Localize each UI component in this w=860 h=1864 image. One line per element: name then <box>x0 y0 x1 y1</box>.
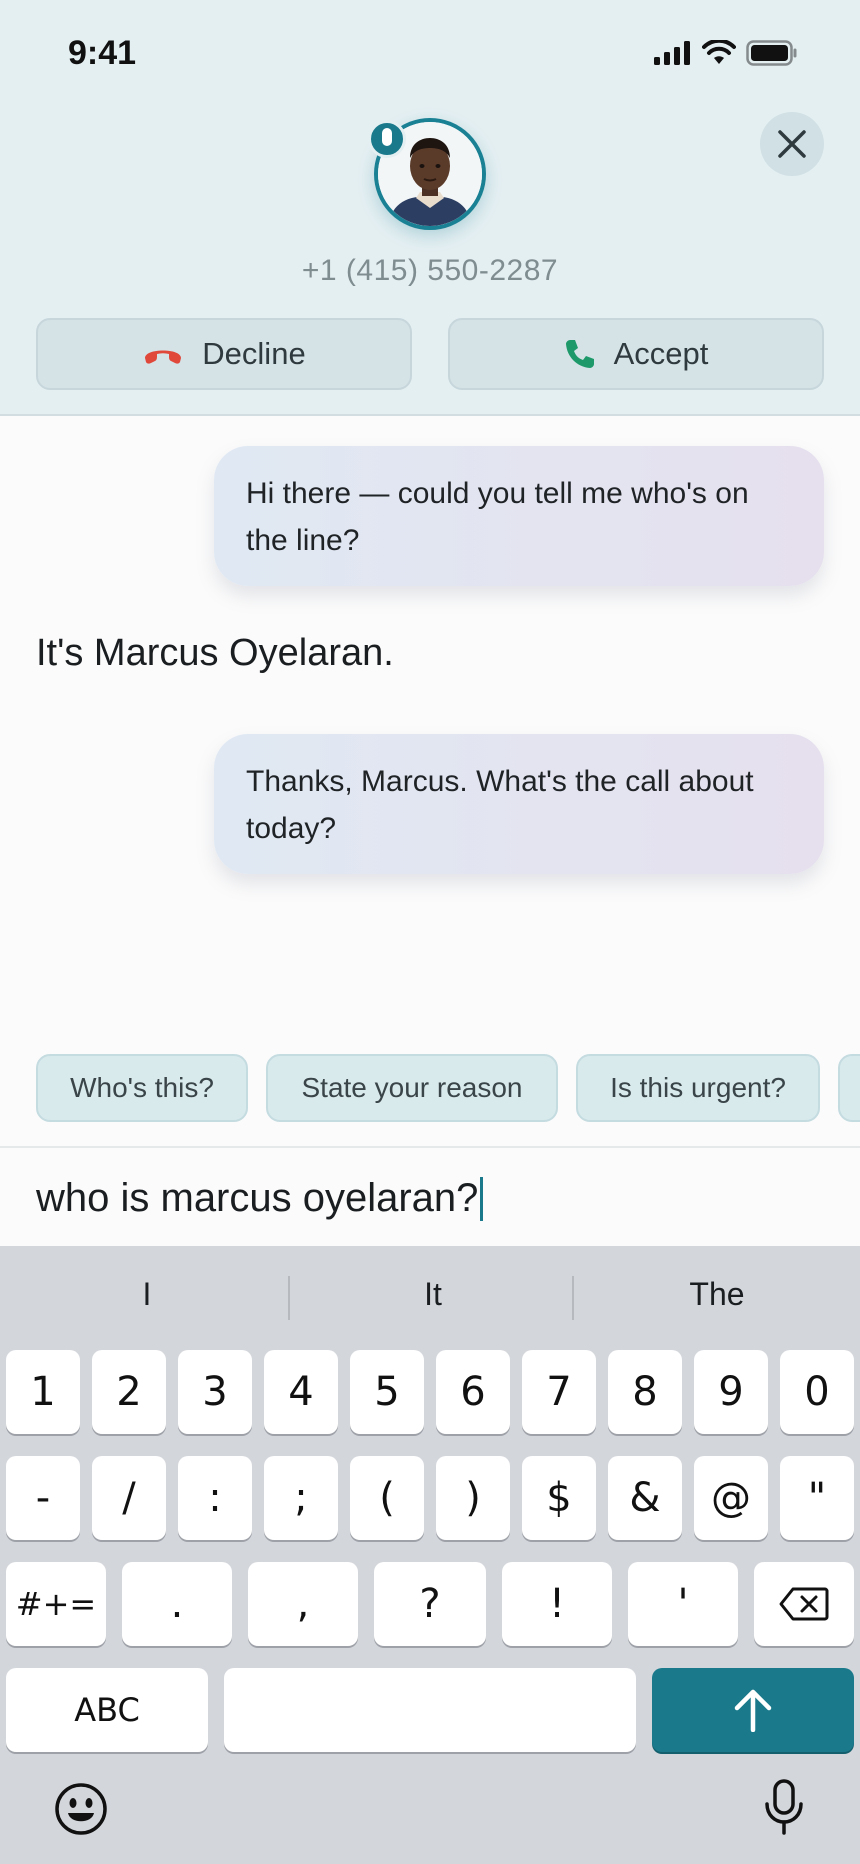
key[interactable]: 7 <box>522 1350 596 1434</box>
key[interactable]: 4 <box>264 1350 338 1434</box>
assistant-message-bubble: Hi there — could you tell me who's on th… <box>214 446 824 586</box>
backspace-key[interactable] <box>754 1562 854 1646</box>
text-caret <box>480 1176 484 1221</box>
send-arrow-icon <box>734 1689 772 1732</box>
battery-icon <box>746 40 797 66</box>
key[interactable]: ? <box>374 1562 486 1646</box>
close-icon <box>778 130 806 158</box>
emoji-icon <box>55 1783 107 1835</box>
suggestion-chip[interactable]: State your reason <box>266 1054 558 1122</box>
key[interactable]: / <box>92 1456 166 1540</box>
key[interactable]: 5 <box>350 1350 424 1434</box>
status-bar: 9:41 <box>0 0 860 110</box>
wifi-icon <box>702 40 736 64</box>
prediction-item[interactable]: I <box>4 1276 290 1313</box>
key[interactable]: 1 <box>6 1350 80 1434</box>
message-input-area[interactable]: who is marcus oyelaran? <box>0 1146 860 1246</box>
caller-message: It's Marcus Oyelaran. <box>36 632 394 674</box>
prediction-item[interactable]: The <box>574 1276 860 1313</box>
assistant-message-bubble: Thanks, Marcus. What's the call about to… <box>214 734 824 874</box>
status-time: 9:41 <box>68 34 137 72</box>
key[interactable]: , <box>248 1562 358 1646</box>
key[interactable]: " <box>780 1456 854 1540</box>
dictation-button[interactable] <box>762 1778 806 1841</box>
key[interactable]: : <box>178 1456 252 1540</box>
phone-icon <box>565 340 594 368</box>
call-header: 9:41 +1 (415) 550-2287 Decline Accept <box>0 0 860 416</box>
space-key[interactable] <box>224 1668 636 1752</box>
more-symbols-key[interactable]: #+= <box>6 1562 106 1646</box>
key[interactable]: 8 <box>608 1350 682 1434</box>
key[interactable]: 2 <box>92 1350 166 1434</box>
prediction-item[interactable]: It <box>290 1276 576 1313</box>
decline-label: Decline <box>202 336 306 371</box>
signal-icon <box>654 41 690 65</box>
close-button[interactable] <box>760 112 824 176</box>
key[interactable]: $ <box>522 1456 596 1540</box>
key[interactable]: . <box>122 1562 232 1646</box>
recording-badge <box>368 120 406 158</box>
microphone-badge-icon <box>382 128 392 146</box>
suggestion-chip-partial[interactable] <box>838 1054 860 1122</box>
accept-button[interactable]: Accept <box>448 318 824 390</box>
key[interactable]: 9 <box>694 1350 768 1434</box>
accept-label: Accept <box>613 336 709 371</box>
emoji-button[interactable] <box>54 1782 108 1841</box>
key[interactable]: & <box>608 1456 682 1540</box>
suggestion-chip[interactable]: Who's this? <box>36 1054 248 1122</box>
key[interactable]: ! <box>502 1562 612 1646</box>
key[interactable]: 3 <box>178 1350 252 1434</box>
keyboard: I It The 1 2 3 4 5 6 7 8 9 0 - / : ; ( )… <box>0 1246 860 1864</box>
key[interactable]: ) <box>436 1456 510 1540</box>
message-input[interactable]: who is marcus oyelaran? <box>36 1176 484 1221</box>
key[interactable]: ( <box>350 1456 424 1540</box>
caller-avatar-container <box>368 118 486 230</box>
key[interactable]: @ <box>694 1456 768 1540</box>
hang-up-icon <box>145 350 182 364</box>
key[interactable]: - <box>6 1456 80 1540</box>
suggestion-chip[interactable]: Is this urgent? <box>576 1054 820 1122</box>
caller-phone-number: +1 (415) 550-2287 <box>301 254 559 287</box>
decline-button[interactable]: Decline <box>36 318 412 390</box>
key[interactable]: ; <box>264 1456 338 1540</box>
key[interactable]: 6 <box>436 1350 510 1434</box>
key[interactable]: 0 <box>780 1350 854 1434</box>
suggestion-chips: Who's this? State your reason Is this ur… <box>36 1054 860 1122</box>
abc-key[interactable]: ABC <box>6 1668 208 1752</box>
send-button[interactable] <box>652 1668 854 1752</box>
status-icons <box>654 40 798 66</box>
predictive-text-bar: I It The <box>0 1246 860 1346</box>
backspace-icon <box>779 1587 829 1621</box>
message-input-value: who is marcus oyelaran? <box>36 1176 479 1220</box>
microphone-icon <box>765 1779 803 1835</box>
key[interactable]: ' <box>628 1562 738 1646</box>
